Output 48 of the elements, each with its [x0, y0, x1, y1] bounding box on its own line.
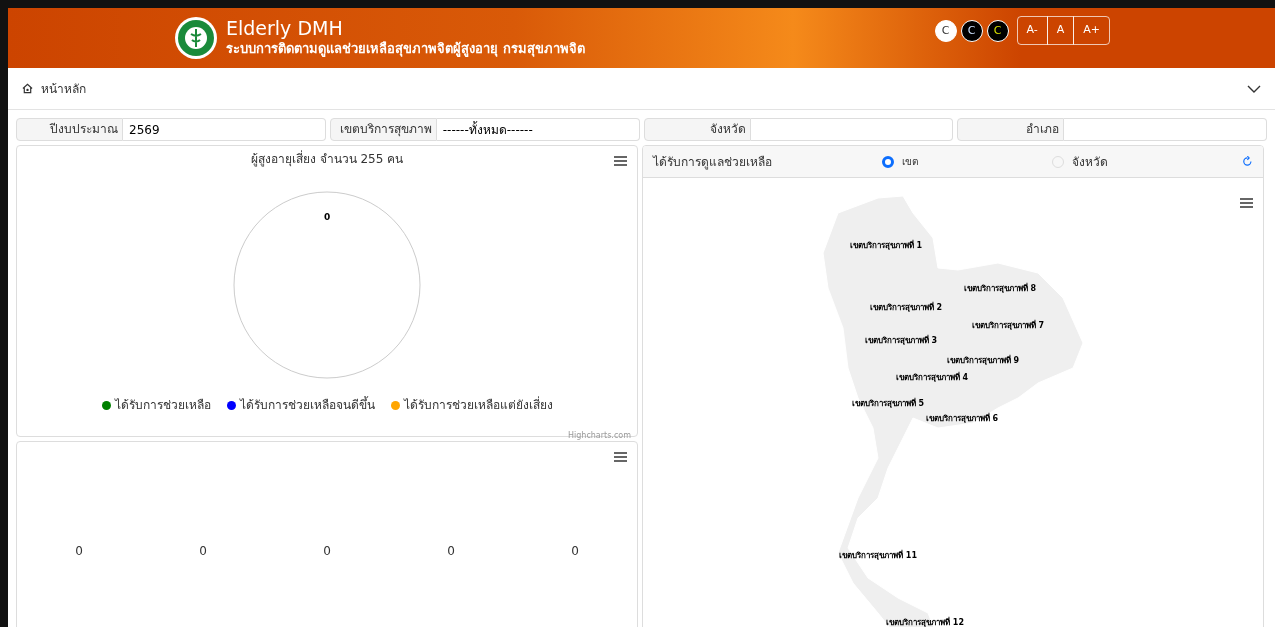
filter-label: จังหวัด: [643, 118, 751, 141]
contrast-button[interactable]: C: [960, 20, 983, 42]
filter-label: ปีงบประมาณ: [16, 118, 123, 141]
home-icon[interactable]: [22, 83, 33, 94]
radio-option[interactable]: จังหวัด: [1052, 152, 1243, 171]
refresh-icon[interactable]: [1242, 156, 1253, 167]
app-subtitle: ระบบการติดตามดูแลช่วยเหลือสุขภาพจิตผู้สูงอายุ กรมสุขภาพจิต: [226, 40, 585, 59]
legend-label[interactable]: ได้รับการช่วยเหลือแต่ยังเสี่ยง: [403, 396, 553, 414]
region-label: เขตบริการสุขภาพที่ 7: [971, 321, 1045, 330]
filter-label: เขตบริการสุขภาพ: [329, 118, 437, 141]
chevron-icon[interactable]: [1247, 83, 1261, 94]
data-label: 0: [324, 212, 331, 222]
value-label: 0: [447, 544, 455, 558]
menu-icon[interactable]: [1240, 198, 1253, 208]
menu-icon[interactable]: [614, 452, 627, 462]
menu-icon[interactable]: [614, 156, 627, 166]
region-label: เขตบริการสุขภาพที่ 2: [869, 303, 943, 312]
filter-field[interactable]: [1064, 118, 1267, 141]
region-label: เขตบริการสุขภาพที่ 9: [946, 356, 1020, 365]
font-size-button[interactable]: A+: [1073, 16, 1111, 45]
filter-label: อำเภอ: [957, 118, 1065, 141]
chart-title: ผู้สูงอายุเสี่ยง จำนวน 255 คน: [249, 149, 405, 168]
breadcrumb-link[interactable]: หน้าหลัก: [41, 79, 86, 98]
filter-field[interactable]: [750, 118, 954, 141]
region-label: เขตบริการสุขภาพที่ 6: [925, 414, 999, 423]
region-label: เขตบริการสุขภาพที่ 1: [849, 241, 923, 250]
region-label: เขตบริการสุขภาพที่ 3: [864, 336, 938, 345]
region-label: เขตบริการสุขภาพที่ 5: [851, 399, 925, 408]
panel-title: ได้รับการดูแลช่วยเหลือ: [653, 153, 773, 171]
legend-label[interactable]: ได้รับการช่วยเหลือจนดีขึ้น: [239, 396, 375, 414]
region-label: เขตบริการสุขภาพที่ 8: [963, 284, 1037, 293]
radio-option[interactable]: เขต: [882, 152, 1053, 171]
contrast-button[interactable]: C: [934, 20, 957, 42]
app-title: Elderly DMH: [226, 17, 344, 40]
value-label: 0: [75, 544, 83, 558]
legend-label[interactable]: ได้รับการช่วยเหลือ: [114, 396, 211, 414]
contrast-button[interactable]: C: [986, 20, 1009, 42]
value-label: 0: [199, 544, 207, 558]
region-label: เขตบริการสุขภาพที่ 11: [839, 551, 917, 560]
filter-field[interactable]: 2569: [123, 118, 326, 141]
region-label: เขตบริการสุขภาพที่ 4: [895, 373, 969, 382]
font-size-button[interactable]: A-: [1016, 16, 1048, 45]
font-size-button[interactable]: A: [1046, 16, 1075, 45]
filter-field[interactable]: ------ทั้งหมด------: [436, 118, 640, 141]
value-label: 0: [323, 544, 331, 558]
region-label: เขตบริการสุขภาพที่ 12: [886, 618, 964, 627]
value-label: 0: [571, 544, 579, 558]
logo-icon: [174, 16, 218, 60]
